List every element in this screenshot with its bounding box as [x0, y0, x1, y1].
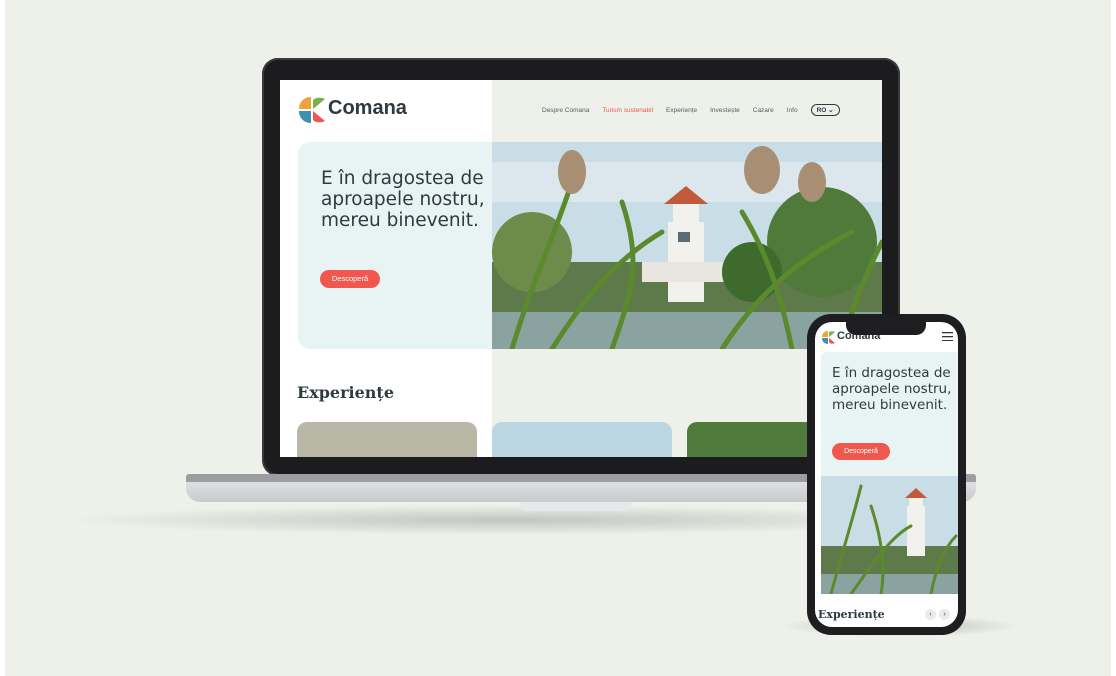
experience-card[interactable] — [492, 422, 672, 457]
nav-item-despre[interactable]: Despre Comana — [542, 107, 589, 114]
nav-item-investeste[interactable]: Investește — [710, 107, 740, 114]
hero-headline: E în dragostea de aproapele nostru, mere… — [832, 365, 952, 413]
hero-image — [821, 476, 958, 594]
comana-logo-icon — [822, 331, 835, 344]
discover-button[interactable]: Descoperă — [832, 443, 890, 460]
phone-notch — [846, 321, 926, 335]
carousel-prev-button[interactable]: ‹ — [925, 609, 936, 620]
language-selector[interactable]: RO ⌄ — [810, 104, 840, 116]
nav-item-experiente[interactable]: Experiențe — [666, 107, 697, 114]
section-title-experiences: Experiențe — [818, 608, 885, 621]
hero-headline: E în dragostea de aproapele nostru, mere… — [321, 168, 485, 231]
desktop-nav: Despre Comana Turism sustenabil Experien… — [542, 104, 840, 116]
discover-button[interactable]: Descoperă — [320, 270, 380, 288]
nav-item-turism[interactable]: Turism sustenabil — [602, 107, 653, 114]
section-title-experiences: Experiențe — [297, 383, 394, 402]
brand-name[interactable]: Comana — [328, 97, 407, 120]
carousel-next-button[interactable]: › — [939, 609, 950, 620]
nav-item-cazare[interactable]: Cazare — [753, 107, 774, 114]
laptop-groove — [520, 502, 632, 511]
experience-card[interactable] — [297, 422, 477, 457]
hamburger-menu-icon[interactable] — [942, 332, 953, 341]
comana-logo-icon — [299, 97, 325, 123]
laptop-screen: Comana Despre Comana Turism sustenabil E… — [280, 80, 882, 457]
nav-item-info[interactable]: Info — [787, 107, 798, 114]
carousel-controls: ‹ › — [925, 609, 950, 620]
phone-screen: Comana E în dragostea de aproapele nostr… — [815, 322, 958, 627]
